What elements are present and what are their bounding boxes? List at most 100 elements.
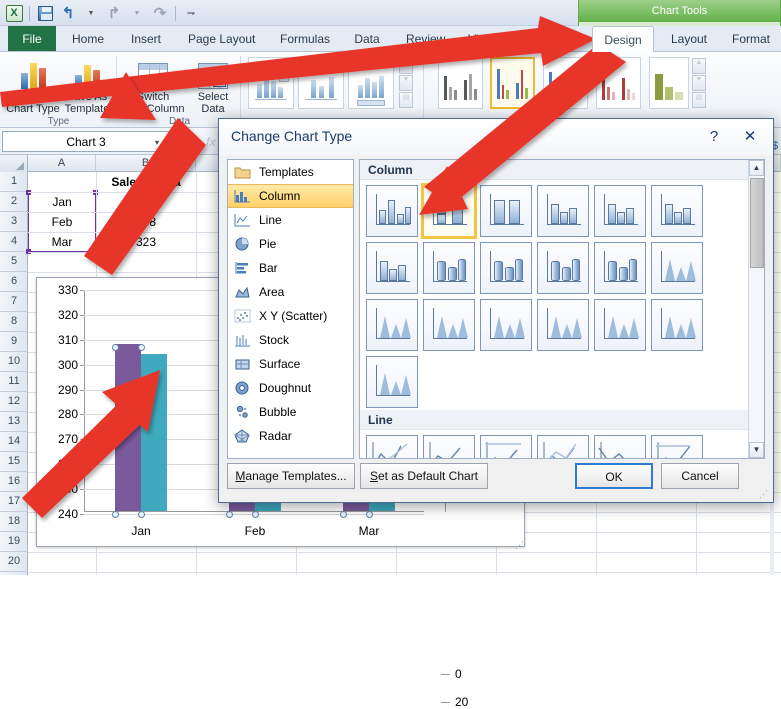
cell-b4[interactable]: 323 xyxy=(96,232,196,252)
chart-type-item-pie[interactable]: Pie xyxy=(228,232,353,256)
chart-subtype-16[interactable] xyxy=(537,299,589,351)
gallery-scroll-up-button[interactable]: ▲ xyxy=(749,160,764,176)
chart-bar[interactable] xyxy=(115,344,141,511)
row-header-3[interactable]: 3 xyxy=(0,212,28,232)
redo-dropdown-icon[interactable]: ▼ xyxy=(127,3,147,23)
cell-b3[interactable]: 288 xyxy=(96,212,196,232)
switch-row-column-button[interactable]: ↱ Switch Row/Column xyxy=(120,55,186,115)
chart-subtype-19[interactable] xyxy=(366,356,418,408)
chart-style-5[interactable] xyxy=(649,57,689,109)
row-header-9[interactable]: 9 xyxy=(0,332,28,352)
chart-layouts-more[interactable]: ▤ xyxy=(399,92,413,108)
chart-series-handle[interactable] xyxy=(226,511,233,518)
gallery-scrollbar[interactable]: ▲ ▼ xyxy=(748,160,764,458)
chart-subtype-3[interactable] xyxy=(480,185,532,237)
chart-subtype-7[interactable] xyxy=(366,242,418,294)
tab-file[interactable]: File xyxy=(8,26,56,52)
set-as-default-chart-button[interactable]: Set as Default Chart xyxy=(360,463,488,489)
chart-type-item-radar[interactable]: Radar xyxy=(228,424,353,448)
row-header-11[interactable]: 11 xyxy=(0,372,28,392)
chart-subtype-11[interactable] xyxy=(594,242,646,294)
chart-subtype-14[interactable] xyxy=(423,299,475,351)
tab-review[interactable]: Review xyxy=(396,26,452,52)
redo-icon[interactable]: ↱ xyxy=(104,3,124,23)
save-icon[interactable] xyxy=(35,3,55,23)
row-header-13[interactable]: 13 xyxy=(0,412,28,432)
select-data-button[interactable]: Select Data xyxy=(188,55,238,115)
chart-subtype-13[interactable] xyxy=(366,299,418,351)
chart-layout-thumb-1[interactable] xyxy=(248,57,294,109)
chart-layout-thumb-3[interactable] xyxy=(348,57,394,109)
chart-styles-scroll-up[interactable]: ▲ xyxy=(692,58,706,74)
chart-layouts-scroll-up[interactable]: ▲ xyxy=(399,58,413,74)
row-header-7[interactable]: 7 xyxy=(0,292,28,312)
chart-subtype-line-4[interactable] xyxy=(537,435,589,458)
name-box[interactable]: Chart 3 xyxy=(2,131,170,152)
row-header-8[interactable]: 8 xyxy=(0,312,28,332)
insert-function-icon[interactable]: fx xyxy=(206,135,215,149)
chart-type-item-surface[interactable]: Surface xyxy=(228,352,353,376)
chart-subtype-line-6[interactable] xyxy=(651,435,703,458)
chart-type-item-x-y-scatter[interactable]: X Y (Scatter) xyxy=(228,304,353,328)
chart-subtype-line-5[interactable] xyxy=(594,435,646,458)
customize-qat-icon[interactable]: ⇁ xyxy=(181,3,201,23)
chart-type-list[interactable]: Templates Column Line Pie Bar Area X Y (Scatte… xyxy=(227,159,354,459)
chart-style-3[interactable] xyxy=(543,57,588,109)
chart-layouts-scroll-down[interactable]: ▼ xyxy=(399,75,413,91)
chart-subtype-15[interactable] xyxy=(480,299,532,351)
chart-styles-scroll-down[interactable]: ▼ xyxy=(692,75,706,91)
tab-view[interactable]: View xyxy=(458,26,504,52)
cancel-button[interactable]: Cancel xyxy=(661,463,739,489)
chart-style-1[interactable] xyxy=(438,57,483,109)
chart-resize-grip[interactable] xyxy=(515,537,522,544)
row-header-20[interactable]: 20 xyxy=(0,552,28,572)
chart-subtype-18[interactable] xyxy=(651,299,703,351)
chart-bar[interactable] xyxy=(141,354,167,511)
cell-b1[interactable]: Sales Quota xyxy=(96,172,196,192)
tab-layout[interactable]: Layout xyxy=(660,26,718,52)
chart-series-handle[interactable] xyxy=(138,344,145,352)
chart-subtype-17[interactable] xyxy=(594,299,646,351)
change-chart-type-button[interactable]: Change Chart Type xyxy=(2,55,64,115)
chart-subtype-6[interactable] xyxy=(651,185,703,237)
chart-series-handle[interactable] xyxy=(112,511,119,518)
cancel-formula-icon[interactable]: ✕ xyxy=(174,135,184,149)
chart-series-handle[interactable] xyxy=(138,511,145,518)
chart-subtype-12[interactable] xyxy=(651,242,703,294)
tab-design[interactable]: Design xyxy=(592,26,654,52)
row-header-1[interactable]: 1 xyxy=(0,172,28,192)
chart-subtype-2[interactable] xyxy=(421,183,477,239)
help-icon[interactable]: ? xyxy=(701,125,727,149)
ok-button[interactable]: OK xyxy=(575,463,653,489)
chart-subtype-10[interactable] xyxy=(537,242,589,294)
chart-subtype-line-1[interactable] xyxy=(366,435,418,458)
chart-styles-more[interactable]: ▤ xyxy=(692,92,706,108)
chart-type-item-doughnut[interactable]: Doughnut xyxy=(228,376,353,400)
row-header-14[interactable]: 14 xyxy=(0,432,28,452)
chart-subtype-4[interactable] xyxy=(537,185,589,237)
row-header-2[interactable]: 2 xyxy=(0,192,28,212)
chart-subtype-line-3[interactable] xyxy=(480,435,532,458)
chart-subtype-9[interactable] xyxy=(480,242,532,294)
manage-templates-button[interactable]: Manage Templates... xyxy=(227,463,355,489)
row-header-4[interactable]: 4 xyxy=(0,232,28,252)
tab-data[interactable]: Data xyxy=(344,26,390,52)
undo-dropdown-icon[interactable]: ▼ xyxy=(81,3,101,23)
tab-home[interactable]: Home xyxy=(62,26,114,52)
column-header-b[interactable]: B xyxy=(96,155,196,172)
chart-series-handle[interactable] xyxy=(366,511,373,518)
chart-type-item-area[interactable]: Area xyxy=(228,280,353,304)
chart-subtype-gallery[interactable]: ColumnLinePie ▲ ▼ xyxy=(359,159,765,459)
gallery-scroll-thumb[interactable] xyxy=(750,178,764,268)
chart-subtype-8[interactable] xyxy=(423,242,475,294)
chart-series-handle[interactable] xyxy=(252,511,259,518)
tab-developer[interactable]: Developer xyxy=(510,26,580,52)
tab-insert[interactable]: Insert xyxy=(120,26,172,52)
row-header-5[interactable]: 5 xyxy=(0,252,28,272)
chart-subtype-1[interactable] xyxy=(366,185,418,237)
tab-formulas[interactable]: Formulas xyxy=(270,26,338,52)
cell-b2[interactable]: 270 xyxy=(96,192,196,212)
select-all-corner[interactable] xyxy=(0,155,28,172)
row-header-12[interactable]: 12 xyxy=(0,392,28,412)
row-header-18[interactable]: 18 xyxy=(0,512,28,532)
